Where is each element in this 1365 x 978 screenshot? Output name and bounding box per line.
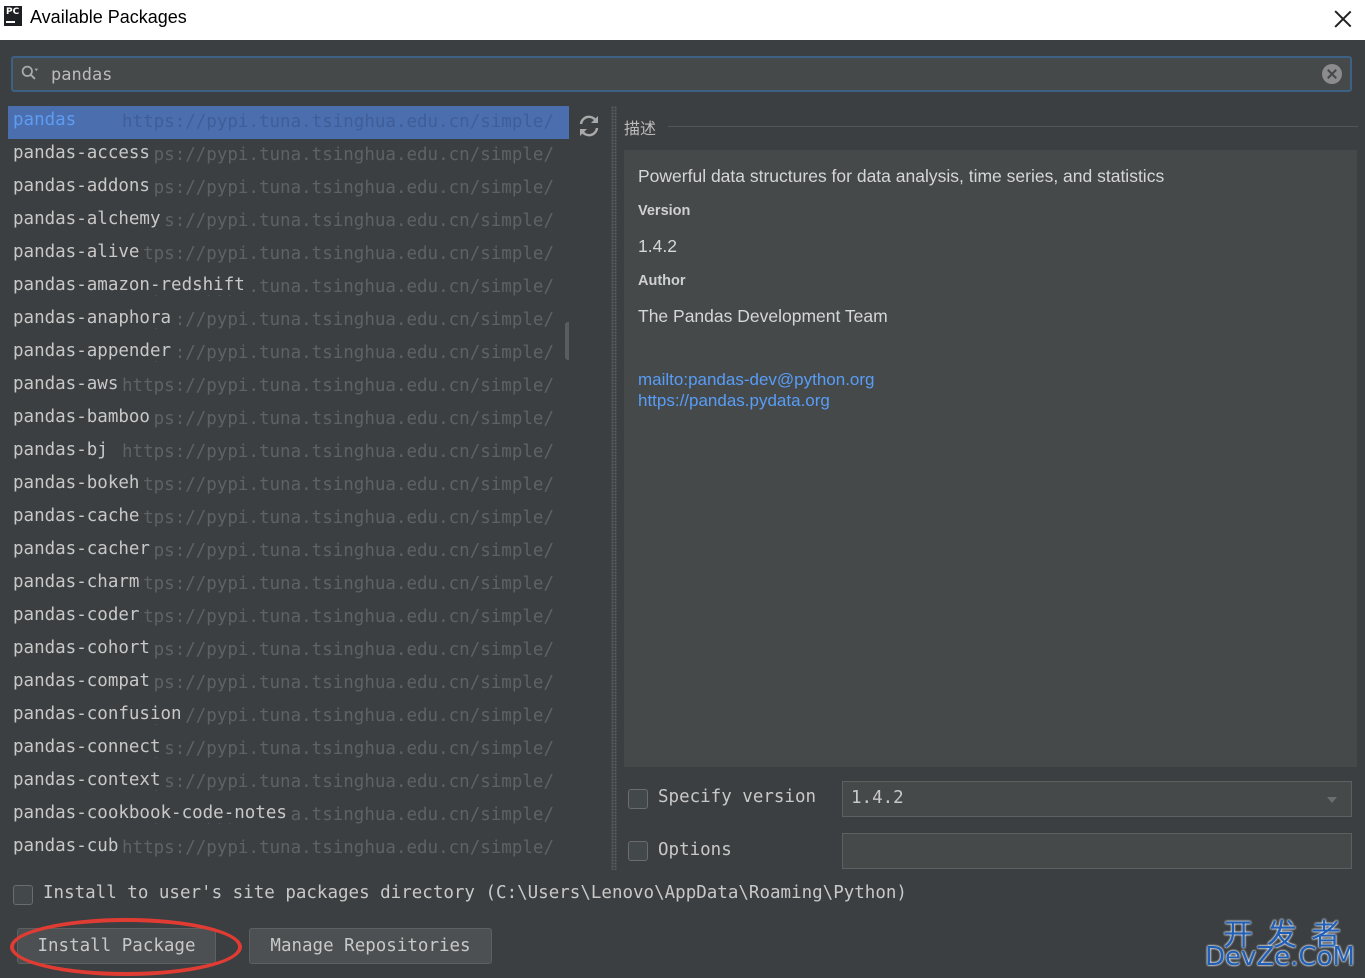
package-name: pandas-cookbook-code-notes	[13, 803, 289, 823]
package-repo-url: https://pypi.tuna.tsinghua.edu.cn/simple…	[122, 112, 554, 132]
package-row[interactable]: https://pypi.tuna.tsinghua.edu.cn/simple…	[8, 568, 569, 601]
search-icon[interactable]	[21, 65, 39, 83]
package-row[interactable]: https://pypi.tuna.tsinghua.edu.cn/simple…	[8, 403, 569, 436]
package-name: pandas-bokeh	[13, 473, 142, 493]
package-name: pandas-bj	[13, 440, 110, 460]
package-row[interactable]: https://pypi.tuna.tsinghua.edu.cn/simple…	[8, 667, 569, 700]
specify-version-checkbox[interactable]	[628, 789, 648, 809]
email-link[interactable]: mailto:pandas-dev@python.org	[638, 370, 875, 390]
package-name: pandas-cub	[13, 836, 121, 856]
package-row[interactable]: https://pypi.tuna.tsinghua.edu.cn/simple…	[8, 601, 569, 634]
version-select[interactable]: 1.4.2	[842, 781, 1352, 817]
pycharm-app-icon: PC	[4, 6, 22, 26]
package-name: pandas-connect	[13, 737, 163, 757]
package-row[interactable]: https://pypi.tuna.tsinghua.edu.cn/simple…	[8, 832, 569, 865]
description-section-label: 描述	[624, 119, 657, 138]
package-row[interactable]: https://pypi.tuna.tsinghua.edu.cn/simple…	[8, 106, 569, 139]
package-name: pandas-alchemy	[13, 209, 163, 229]
watermark-bottom: DevZe.CoM	[1205, 942, 1355, 972]
package-name: pandas-access	[13, 143, 152, 163]
package-row[interactable]: https://pypi.tuna.tsinghua.edu.cn/simple…	[8, 304, 569, 337]
package-name: pandas-cacher	[13, 539, 152, 559]
package-list[interactable]: https://pypi.tuna.tsinghua.edu.cn/simple…	[8, 106, 569, 868]
manage-repositories-button[interactable]: Manage Repositories	[249, 928, 492, 964]
package-row[interactable]: https://pypi.tuna.tsinghua.edu.cn/simple…	[8, 436, 569, 469]
package-row[interactable]: https://pypi.tuna.tsinghua.edu.cn/simple…	[8, 733, 569, 766]
version-select-value: 1.4.2	[851, 788, 904, 808]
clear-search-icon[interactable]	[1322, 64, 1342, 84]
specify-version-label: Specify version	[658, 787, 817, 807]
package-name: pandas-confusion	[13, 704, 184, 724]
package-row[interactable]: https://pypi.tuna.tsinghua.edu.cn/simple…	[8, 337, 569, 370]
package-row[interactable]: https://pypi.tuna.tsinghua.edu.cn/simple…	[8, 799, 569, 832]
package-name: pandas	[13, 110, 79, 130]
package-name: pandas-appender	[13, 341, 174, 361]
description-panel: Powerful data structures for data analys…	[624, 150, 1357, 767]
description-separator	[668, 126, 1358, 127]
refresh-icon[interactable]	[574, 112, 604, 140]
package-name: pandas-anaphora	[13, 308, 174, 328]
package-name: pandas-coder	[13, 605, 142, 625]
author-label: Author	[638, 273, 686, 289]
package-row[interactable]: https://pypi.tuna.tsinghua.edu.cn/simple…	[8, 271, 569, 304]
package-row[interactable]: https://pypi.tuna.tsinghua.edu.cn/simple…	[8, 502, 569, 535]
search-input[interactable]	[49, 62, 1313, 88]
package-name: pandas-context	[13, 770, 163, 790]
splitter-handle[interactable]	[611, 106, 617, 870]
package-name: pandas-charm	[13, 572, 142, 592]
version-value: 1.4.2	[638, 236, 677, 256]
package-row[interactable]: https://pypi.tuna.tsinghua.edu.cn/simple…	[8, 139, 569, 172]
package-row[interactable]: https://pypi.tuna.tsinghua.edu.cn/simple…	[8, 634, 569, 667]
chevron-down-icon	[1327, 797, 1337, 803]
package-name: pandas-amazon-redshift	[13, 275, 247, 295]
options-input[interactable]	[842, 833, 1352, 869]
package-row[interactable]: https://pypi.tuna.tsinghua.edu.cn/simple…	[8, 172, 569, 205]
list-scrollbar-thumb[interactable]	[565, 322, 569, 360]
author-value: The Pandas Development Team	[638, 306, 888, 326]
package-name: pandas-bamboo	[13, 407, 152, 427]
search-field[interactable]	[11, 56, 1352, 92]
install-package-button[interactable]: Install Package	[17, 928, 216, 964]
package-row[interactable]: https://pypi.tuna.tsinghua.edu.cn/simple…	[8, 205, 569, 238]
package-name: pandas-cache	[13, 506, 142, 526]
package-row[interactable]: https://pypi.tuna.tsinghua.edu.cn/simple…	[8, 700, 569, 733]
window-title: Available Packages	[30, 7, 187, 27]
watermark: 开发者 DevZe.CoM	[1195, 910, 1355, 972]
install-user-site-label: Install to user's site packages director…	[43, 883, 907, 903]
package-name: pandas-aws	[13, 374, 121, 394]
package-row[interactable]: https://pypi.tuna.tsinghua.edu.cn/simple…	[8, 238, 569, 271]
package-name: pandas-compat	[13, 671, 152, 691]
package-name: pandas-cohort	[13, 638, 152, 658]
package-summary: Powerful data structures for data analys…	[638, 166, 1165, 186]
package-name: pandas-alive	[13, 242, 142, 262]
package-name: pandas-addons	[13, 176, 152, 196]
window-title-bar: PC Available Packages	[0, 0, 1365, 40]
options-checkbox[interactable]	[628, 841, 648, 861]
package-row[interactable]: https://pypi.tuna.tsinghua.edu.cn/simple…	[8, 370, 569, 403]
homepage-link[interactable]: https://pandas.pydata.org	[638, 391, 830, 411]
options-label: Options	[658, 840, 732, 860]
version-label: Version	[638, 203, 691, 219]
close-icon[interactable]	[1329, 6, 1357, 34]
package-row[interactable]: https://pypi.tuna.tsinghua.edu.cn/simple…	[8, 766, 569, 799]
package-row[interactable]: https://pypi.tuna.tsinghua.edu.cn/simple…	[8, 469, 569, 502]
install-user-site-checkbox[interactable]	[13, 885, 33, 905]
package-row[interactable]: https://pypi.tuna.tsinghua.edu.cn/simple…	[8, 535, 569, 568]
